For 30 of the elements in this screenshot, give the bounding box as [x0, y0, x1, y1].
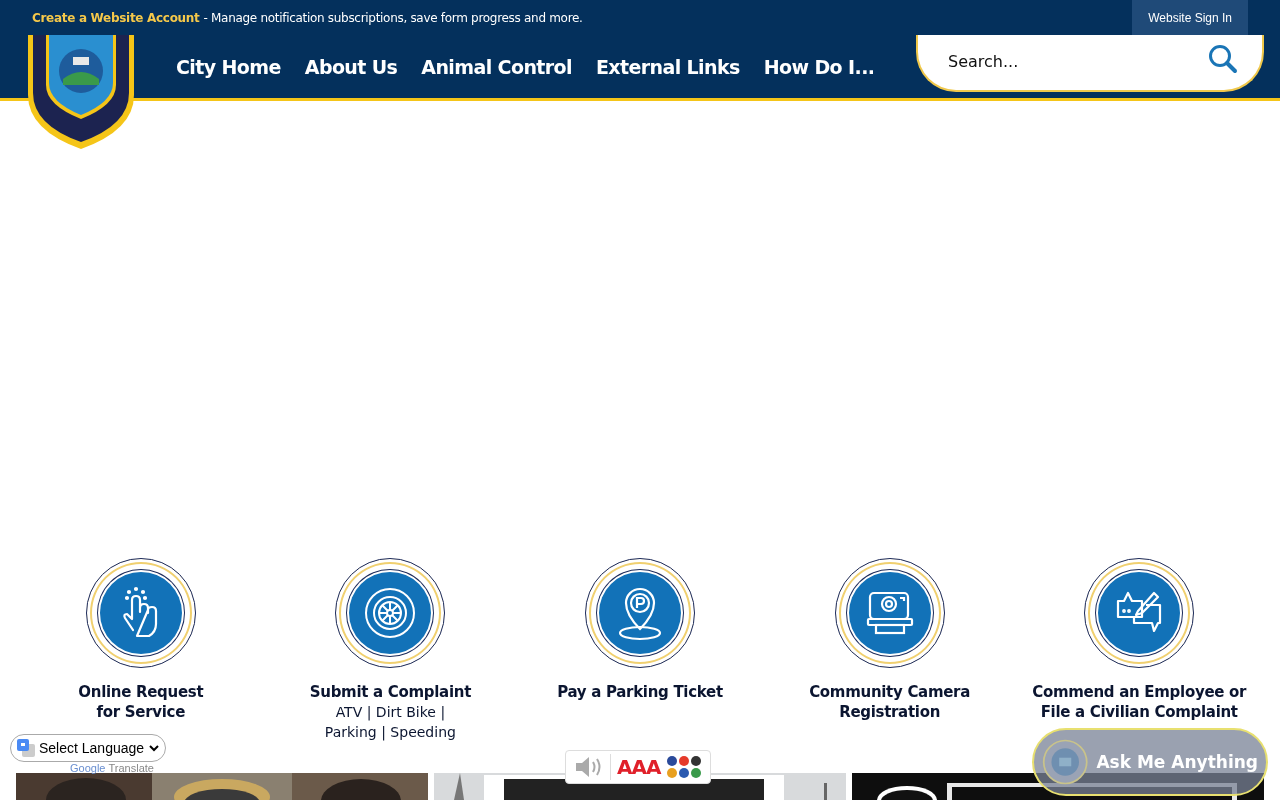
google-wordmark: Google — [70, 762, 106, 774]
search-icon[interactable] — [1208, 43, 1238, 74]
nav-link[interactable]: Animal Control — [409, 55, 584, 78]
flags-icon[interactable] — [666, 755, 703, 779]
create-account-link[interactable]: Create a Website Account — [32, 10, 200, 25]
nav-link[interactable]: External Links — [583, 55, 752, 78]
quick-link-title: Community Camera Registration — [809, 682, 971, 722]
text-size-button[interactable]: AAA — [617, 755, 661, 779]
nav-link[interactable]: How Do I... — [751, 55, 887, 78]
quick-link-title: Pay a Parking Ticket — [557, 682, 723, 702]
instant-camera-icon — [865, 591, 914, 635]
parking-pin-icon — [618, 585, 662, 641]
police-badge-logo[interactable] — [26, 35, 136, 150]
nav-link[interactable]: About Us — [292, 55, 410, 78]
translate-icon — [17, 739, 35, 757]
language-select[interactable]: Select Language — [10, 734, 166, 762]
wheel-icon — [364, 587, 417, 639]
quick-link[interactable]: Community Camera Registration — [809, 558, 971, 722]
quick-link[interactable]: Commend an Employee or File a Civilian Complaint — [1032, 558, 1247, 722]
translate-label: Translate — [108, 762, 154, 774]
nav-link[interactable]: City Home — [164, 55, 293, 78]
quick-link-title: Submit a Complaint — [309, 682, 471, 702]
quick-link-title: Online Request for Service — [78, 682, 204, 722]
quick-link-title: Commend an Employee or File a Civilian Complaint — [1032, 682, 1247, 722]
chevron-down-icon — [149, 744, 159, 752]
quick-link-subtitle: ATV | Dirt Bike | Parking | Speeding — [324, 703, 456, 742]
search-field[interactable]: Search... — [916, 33, 1264, 92]
sign-in-button[interactable]: Website Sign In — [1132, 0, 1248, 35]
account-message: - Manage notification subscriptions, save form progress and more. — [203, 10, 583, 25]
quick-link[interactable]: Submit a Complaint ATV | Dirt Bike | Parking | Speeding — [309, 558, 471, 742]
